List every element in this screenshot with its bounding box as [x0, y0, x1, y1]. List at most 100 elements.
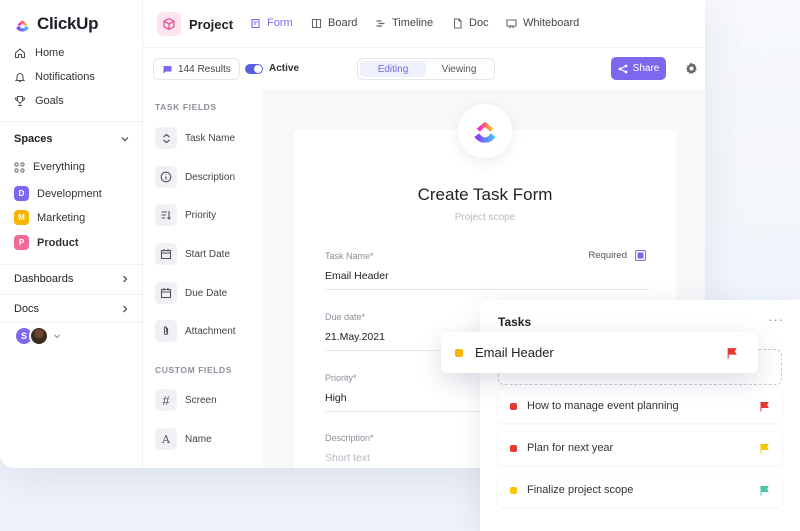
dragged-task-card[interactable]: Email Header: [441, 332, 758, 373]
app-name: ClickUp: [37, 14, 99, 33]
editing-button[interactable]: Editing: [360, 61, 426, 77]
flag-icon[interactable]: [759, 443, 770, 454]
field-due-date[interactable]: Due Date: [155, 282, 227, 304]
flag-icon[interactable]: [726, 347, 738, 359]
field-label: Name: [185, 433, 212, 445]
info-icon: [155, 166, 177, 188]
share-icon: [618, 64, 628, 73]
nav-notifications-label: Notifications: [35, 71, 95, 83]
docs-item[interactable]: Docs: [14, 303, 130, 315]
space-label: Marketing: [37, 211, 86, 224]
trophy-icon: [14, 95, 26, 107]
space-product[interactable]: P Product: [14, 235, 79, 250]
space-development[interactable]: D Development: [14, 186, 102, 201]
top-bar: Project Form Board Timeline Doc Whiteboa…: [143, 0, 705, 48]
field-attachment[interactable]: Attachment: [155, 320, 236, 342]
timeline-icon: [376, 19, 385, 27]
dashboards-item[interactable]: Dashboards: [14, 273, 130, 285]
space-badge: D: [14, 186, 29, 201]
description-field[interactable]: Short text: [325, 452, 370, 464]
spaces-header[interactable]: Spaces: [14, 133, 130, 145]
nav-notifications[interactable]: Notifications: [14, 71, 95, 83]
nav-home-label: Home: [35, 47, 65, 59]
status-dot: [510, 486, 517, 494]
sidebar-divider: [0, 121, 142, 122]
field-name[interactable]: A Name: [155, 428, 212, 450]
clickup-logo[interactable]: ClickUp: [14, 14, 99, 34]
active-toggle[interactable]: Active: [245, 63, 299, 74]
flag-icon[interactable]: [759, 401, 770, 412]
tab-doc[interactable]: Doc: [452, 17, 489, 29]
share-button[interactable]: Share: [611, 57, 666, 80]
priority-label: Priority*: [325, 373, 357, 383]
priority-icon: [155, 204, 177, 226]
cube-icon: [157, 12, 181, 36]
fields-panel: TASK FIELDS Task Name Description Priori…: [143, 90, 263, 468]
space-everything-label: Everything: [33, 161, 85, 173]
field-task-name[interactable]: Task Name: [155, 127, 235, 149]
field-screen[interactable]: # Screen: [155, 389, 217, 411]
user-avatars[interactable]: S: [14, 326, 61, 346]
priority-field[interactable]: High: [325, 392, 347, 404]
tab-board[interactable]: Board: [311, 17, 357, 29]
required-checkbox[interactable]: [635, 250, 646, 261]
task-row[interactable]: Plan for next year: [498, 431, 782, 465]
task-row[interactable]: Finalize project scope: [498, 473, 782, 507]
space-label: Development: [37, 187, 102, 200]
due-date-label: Due date*: [325, 312, 366, 322]
field-start-date[interactable]: Start Date: [155, 243, 230, 265]
space-label: Product: [37, 236, 79, 249]
required-label: Required: [588, 250, 627, 261]
tab-form[interactable]: Form: [250, 17, 293, 29]
space-marketing[interactable]: M Marketing: [14, 210, 85, 225]
home-icon: [14, 48, 26, 59]
field-label: Priority: [185, 209, 217, 221]
tab-label: Board: [328, 17, 358, 29]
task-name-field[interactable]: Email Header: [325, 270, 389, 282]
sidebar-divider: [0, 264, 142, 265]
paperclip-icon: [155, 320, 177, 342]
sidebar: ClickUp Home Notifications Goals Spaces …: [0, 0, 143, 468]
tab-label: Form: [267, 17, 293, 29]
viewing-button[interactable]: Viewing: [426, 61, 492, 77]
field-description[interactable]: Description: [155, 166, 235, 188]
sidebar-divider: [0, 294, 142, 295]
task-label: How to manage event planning: [527, 400, 679, 412]
sidebar-divider: [0, 322, 142, 323]
toggle-switch[interactable]: [245, 63, 263, 74]
results-button[interactable]: 144 Results: [153, 58, 240, 80]
mode-switch: Editing Viewing: [357, 58, 495, 80]
field-underline: [325, 289, 649, 290]
nav-goals-label: Goals: [35, 95, 64, 107]
comment-icon: [163, 65, 172, 73]
calendar-icon: [155, 282, 177, 304]
board-icon: [311, 18, 322, 28]
bell-icon: [14, 73, 26, 83]
tab-timeline[interactable]: Timeline: [375, 17, 433, 29]
page-title: Project: [189, 16, 234, 32]
field-label: Start Date: [185, 248, 231, 260]
required-toggle[interactable]: Required: [588, 250, 646, 261]
tab-label: Doc: [469, 17, 489, 29]
due-date-field[interactable]: 21.May.2021: [325, 331, 385, 343]
space-badge: M: [14, 210, 29, 225]
chevron-down-icon[interactable]: [120, 134, 130, 144]
nav-home[interactable]: Home: [14, 47, 64, 59]
tab-whiteboard[interactable]: Whiteboard: [506, 17, 579, 29]
space-everything[interactable]: Everything: [14, 161, 85, 173]
nav-goals[interactable]: Goals: [14, 95, 64, 107]
text-icon: A: [155, 428, 177, 450]
field-label: Task Name: [185, 132, 236, 144]
gear-icon[interactable]: [685, 62, 698, 75]
form-icon: [251, 18, 260, 28]
status-dot: [510, 444, 517, 452]
task-label: Plan for next year: [527, 442, 614, 454]
more-options-icon[interactable]: ···: [768, 312, 784, 327]
active-label: Active: [269, 63, 300, 74]
flag-icon[interactable]: [759, 485, 770, 496]
spaces-label: Spaces: [14, 133, 53, 145]
field-priority[interactable]: Priority: [155, 204, 216, 226]
task-name-label: Task Name*: [325, 251, 374, 261]
task-row[interactable]: How to manage event planning: [498, 389, 782, 423]
chevron-down-icon: [54, 334, 60, 339]
